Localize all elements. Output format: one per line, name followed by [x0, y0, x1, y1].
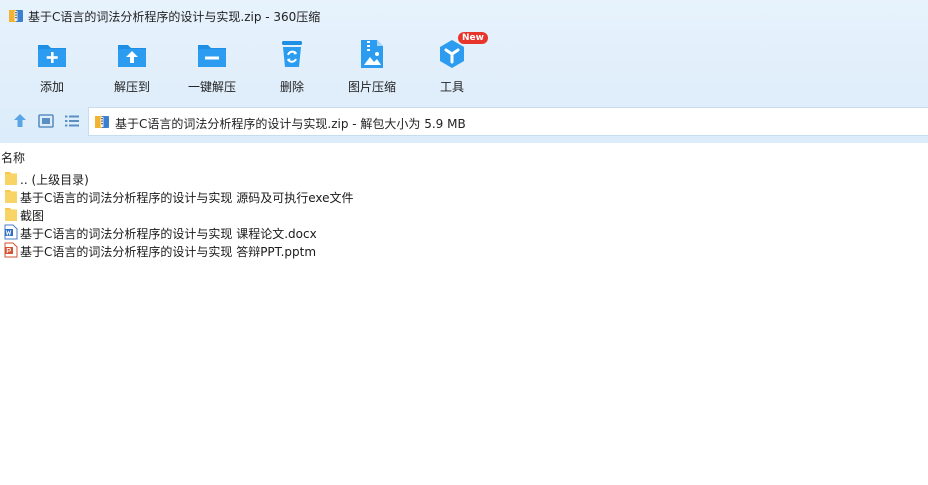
list-view-icon[interactable] — [63, 112, 81, 130]
extract-to-folder-icon — [118, 45, 146, 67]
top-panel: 基于C语言的词法分析程序的设计与实现.zip - 360压缩 添加 解压到 一键… — [0, 0, 928, 143]
add-label: 添加 — [39, 80, 64, 94]
list-item[interactable]: .. (上级目录) — [0, 169, 928, 187]
up-arrow-icon[interactable] — [11, 112, 29, 130]
extract-to-label: 解压到 — [113, 80, 150, 94]
folder-icon — [5, 190, 17, 203]
window-title: 基于C语言的词法分析程序的设计与实现.zip - 360压缩 — [28, 10, 321, 24]
delete-button[interactable]: 删除 — [252, 34, 332, 100]
list-item[interactable]: 截图 — [0, 205, 928, 223]
word-document-icon — [4, 224, 18, 240]
list-item-name: 截图 — [20, 209, 45, 223]
list-item[interactable]: 基于C语言的词法分析程序的设计与实现 源码及可执行exe文件 — [0, 187, 928, 205]
add-folder-icon — [38, 45, 66, 67]
list-item-name: .. (上级目录) — [20, 173, 89, 187]
address-text: 基于C语言的词法分析程序的设计与实现.zip - 解包大小为 5.9 MB — [115, 117, 466, 131]
folder-icon — [5, 172, 17, 185]
file-list: 名称 .. (上级目录) 基于C语言的词法分析程序的设计与实现 源码及可执行ex… — [0, 143, 928, 485]
one-click-extract-icon — [198, 45, 226, 67]
zip-archive-icon — [9, 10, 23, 22]
list-item-name: 基于C语言的词法分析程序的设计与实现 课程论文.docx — [20, 227, 317, 241]
title-bar: 基于C语言的词法分析程序的设计与实现.zip - 360压缩 — [0, 0, 928, 32]
powerpoint-icon — [4, 242, 18, 258]
address-bar[interactable]: 基于C语言的词法分析程序的设计与实现.zip - 解包大小为 5.9 MB — [88, 107, 928, 136]
zip-archive-icon — [95, 116, 109, 128]
delete-label: 删除 — [279, 80, 304, 94]
list-item-name: 基于C语言的词法分析程序的设计与实现 源码及可执行exe文件 — [20, 191, 354, 205]
image-compress-icon — [361, 40, 383, 68]
main-toolbar: 添加 解压到 一键解压 删除 图片压缩 New 工具 — [0, 32, 928, 100]
list-item[interactable]: 基于C语言的词法分析程序的设计与实现 课程论文.docx — [0, 223, 928, 241]
new-badge: New — [458, 32, 488, 44]
tools-label: 工具 — [439, 80, 464, 94]
one-click-extract-label: 一键解压 — [187, 80, 236, 94]
one-click-extract-button[interactable]: 一键解压 — [172, 34, 252, 100]
list-item[interactable]: 基于C语言的词法分析程序的设计与实现 答辩PPT.pptm — [0, 241, 928, 259]
column-name-header[interactable]: 名称 — [1, 149, 25, 166]
navigation-bar: 基于C语言的词法分析程序的设计与实现.zip - 解包大小为 5.9 MB — [0, 106, 928, 136]
tools-button[interactable]: New 工具 — [412, 32, 492, 100]
image-compress-label: 图片压缩 — [347, 80, 396, 94]
column-header: 名称 — [0, 147, 928, 165]
thumbnail-view-icon[interactable] — [37, 112, 55, 130]
folder-icon — [5, 208, 17, 221]
image-compress-button[interactable]: 图片压缩 — [332, 34, 412, 100]
extract-to-button[interactable]: 解压到 — [92, 34, 172, 100]
add-button[interactable]: 添加 — [12, 34, 92, 100]
list-item-name: 基于C语言的词法分析程序的设计与实现 答辩PPT.pptm — [20, 245, 317, 259]
recycle-bin-icon — [282, 41, 302, 67]
